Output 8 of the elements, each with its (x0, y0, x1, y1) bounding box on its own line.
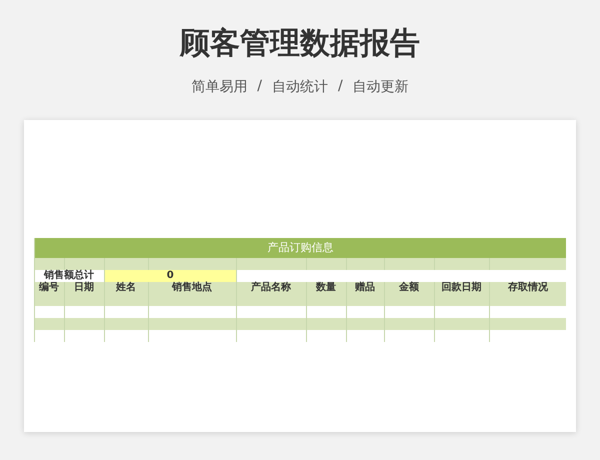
separator-slash: / (257, 78, 262, 96)
feature-label: 自动更新 (352, 78, 409, 96)
table-cell: 0 (104, 270, 236, 282)
separator-slash: / (338, 78, 343, 96)
feature-label: 简单易用 (191, 78, 248, 96)
sheet-title: 产品订购信息 (34, 238, 566, 258)
feature-label: 自动统计 (272, 78, 328, 96)
page-title: 顾客管理数据报告 (180, 25, 420, 63)
